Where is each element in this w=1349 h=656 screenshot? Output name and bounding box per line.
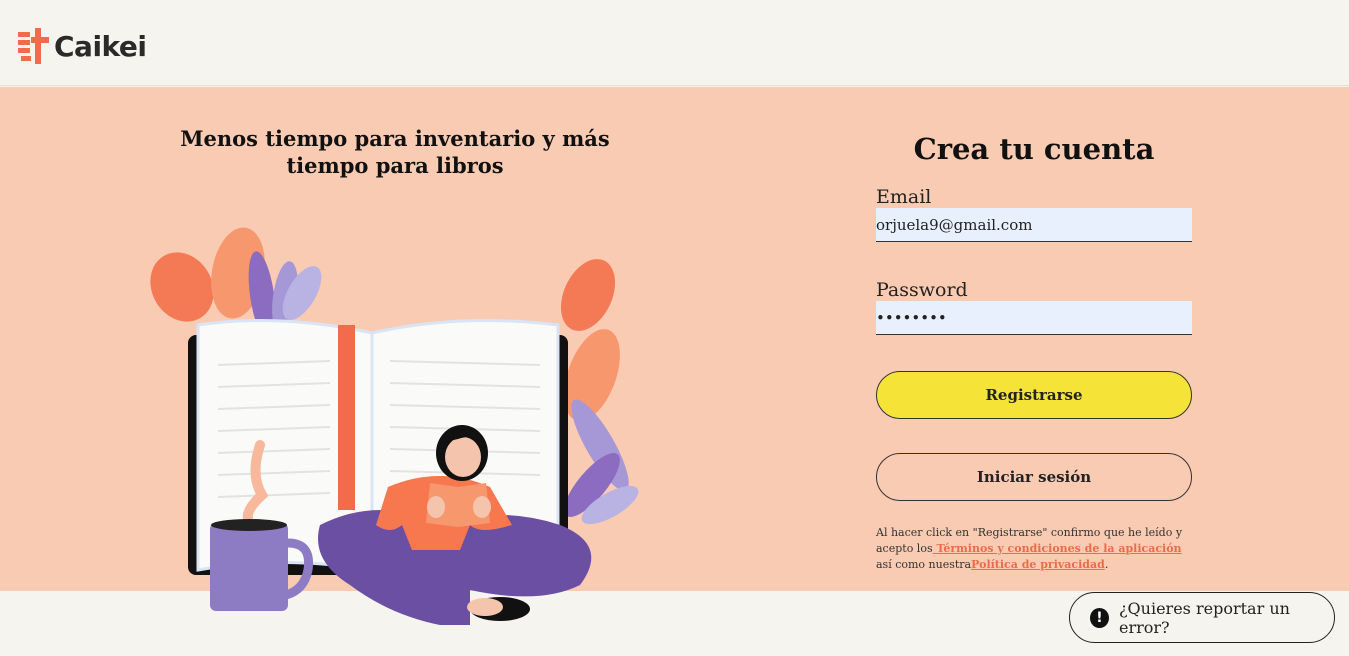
form-title: Crea tu cuenta: [913, 132, 1155, 166]
legal-suffix: .: [1104, 558, 1109, 571]
privacy-link[interactable]: Política de privacidad: [971, 558, 1105, 571]
reading-woman-illustration: [150, 227, 639, 625]
brand-logo[interactable]: Caikei: [18, 28, 147, 64]
logo-icon: [18, 28, 49, 64]
report-error-label: ¿Quieres reportar un error?: [1118, 598, 1290, 637]
email-label: Email: [876, 186, 932, 208]
terms-link[interactable]: Términos y condiciones de la aplicación: [933, 542, 1181, 555]
top-header: Caikei: [0, 0, 1349, 86]
legal-notice: Al hacer click en "Registrarse" confirmo…: [876, 525, 1192, 573]
logo-text: Caikei: [54, 29, 147, 63]
report-error-button[interactable]: ! ¿Quieres reportar un error?: [1069, 592, 1335, 643]
exclamation-circle-icon: !: [1090, 607, 1109, 628]
signup-form: Crea tu cuenta Email Password Registrars…: [876, 132, 1192, 573]
hero-title: Menos tiempo para inventario y más tiemp…: [180, 126, 610, 178]
register-button[interactable]: Registrarse: [876, 371, 1192, 419]
login-button[interactable]: Iniciar sesión: [876, 453, 1192, 501]
password-label: Password: [876, 279, 968, 301]
email-field[interactable]: [876, 208, 1192, 242]
password-field[interactable]: [876, 301, 1192, 335]
legal-middle: así como nuestra: [876, 558, 972, 571]
